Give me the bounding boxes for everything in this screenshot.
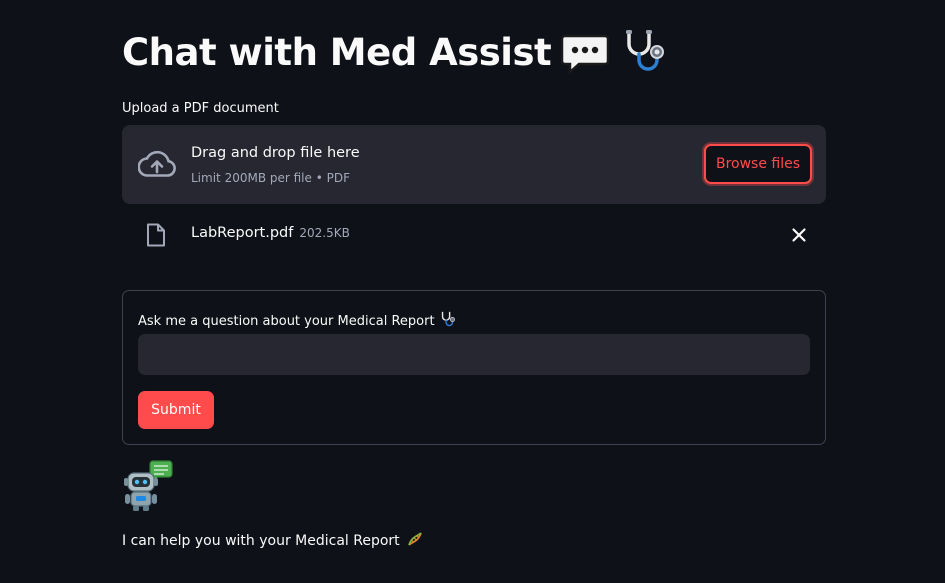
question-label-text: Ask me a question about your Medical Rep… bbox=[138, 314, 435, 329]
close-icon[interactable] bbox=[790, 226, 808, 244]
assistant-message: I can help you with your Medical Report bbox=[122, 530, 424, 549]
page-header: Chat with Med Assist bbox=[122, 28, 667, 76]
assistant-message-text: I can help you with your Medical Report bbox=[122, 533, 400, 549]
robot-chat-icon bbox=[124, 460, 173, 511]
file-icon bbox=[147, 223, 165, 247]
page-title: Chat with Med Assist bbox=[122, 30, 552, 74]
app-main: Chat with Med Assist Upload a PDF docume… bbox=[0, 0, 945, 583]
dna-icon bbox=[407, 532, 422, 546]
uploaded-file-row: LabReport.pdf 202.5KB bbox=[122, 215, 826, 255]
stethoscope-icon bbox=[441, 311, 455, 327]
question-input[interactable] bbox=[138, 334, 810, 375]
cloud-upload-icon bbox=[138, 150, 176, 177]
speech-balloon-icon bbox=[561, 34, 610, 75]
upload-label: Upload a PDF document bbox=[122, 101, 279, 116]
stethoscope-icon bbox=[626, 30, 665, 71]
submit-button[interactable]: Submit bbox=[138, 391, 214, 429]
file-size: 202.5KB bbox=[299, 226, 350, 240]
file-name: LabReport.pdf bbox=[191, 225, 294, 241]
question-label: Ask me a question about your Medical Rep… bbox=[138, 311, 456, 329]
file-dropzone[interactable]: Drag and drop file here Limit 200MB per … bbox=[122, 125, 826, 204]
browse-files-button[interactable]: Browse files bbox=[704, 144, 812, 184]
uploaded-file-info: LabReport.pdf 202.5KB bbox=[191, 225, 350, 241]
dropzone-limit: Limit 200MB per file • PDF bbox=[191, 171, 350, 185]
question-form: Ask me a question about your Medical Rep… bbox=[122, 290, 826, 445]
dropzone-instructions: Drag and drop file here bbox=[191, 145, 360, 161]
